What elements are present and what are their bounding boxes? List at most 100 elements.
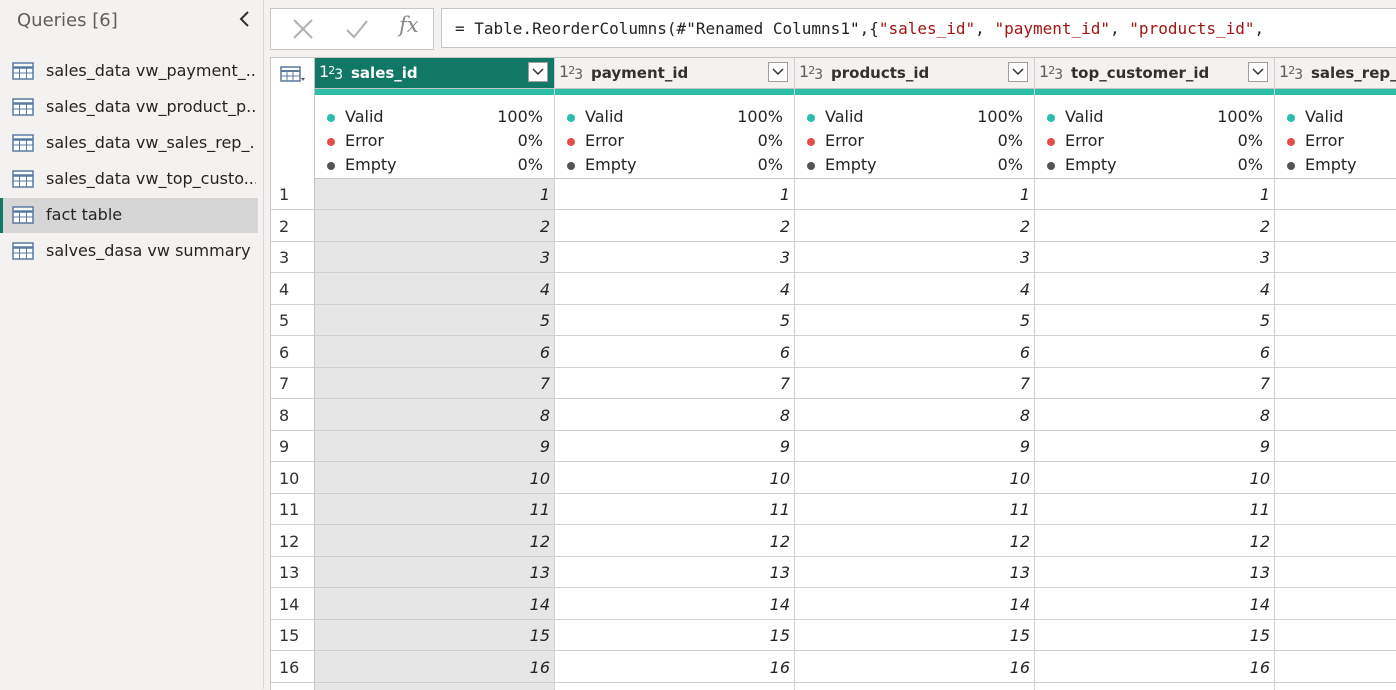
row-number[interactable]: 1 xyxy=(271,179,314,210)
table-cell[interactable]: 7 xyxy=(315,368,554,399)
query-item[interactable]: sales_data vw_product_p... xyxy=(0,90,258,125)
table-cell[interactable]: 16 xyxy=(795,652,1034,683)
table-cell[interactable] xyxy=(1275,305,1396,336)
table-cell[interactable]: 2 xyxy=(1035,211,1274,242)
table-cell[interactable]: 13 xyxy=(1035,557,1274,588)
table-cell[interactable]: 1 xyxy=(795,179,1034,210)
collapse-pane-chevron-left-icon[interactable] xyxy=(236,8,254,30)
column-header[interactable]: 123 top_customer_id xyxy=(1035,58,1274,89)
table-cell[interactable] xyxy=(1275,652,1396,683)
cancel-x-icon[interactable] xyxy=(291,17,315,41)
table-cell[interactable] xyxy=(1275,463,1396,494)
table-cell[interactable]: 11 xyxy=(315,494,554,525)
table-cell[interactable]: 15 xyxy=(315,620,554,651)
table-cell[interactable]: 13 xyxy=(795,557,1034,588)
table-cell[interactable] xyxy=(1275,368,1396,399)
filter-dropdown-button[interactable] xyxy=(1248,62,1268,82)
column-header[interactable]: 123 sales_id xyxy=(315,58,554,89)
row-number[interactable]: 11 xyxy=(271,494,314,525)
table-cell[interactable]: 16 xyxy=(315,652,554,683)
table-cell[interactable]: 5 xyxy=(315,305,554,336)
table-cell[interactable]: 1 xyxy=(555,179,794,210)
filter-dropdown-button[interactable] xyxy=(528,62,548,82)
table-cell[interactable]: 13 xyxy=(315,557,554,588)
table-cell[interactable] xyxy=(1275,400,1396,431)
table-cell[interactable]: 15 xyxy=(1035,620,1274,651)
formula-input[interactable]: = Table.ReorderColumns(#"Renamed Columns… xyxy=(441,8,1396,48)
table-cell[interactable]: 16 xyxy=(1035,652,1274,683)
whole-number-type-icon[interactable]: 123 xyxy=(319,62,343,83)
filter-dropdown-button[interactable] xyxy=(768,62,788,82)
table-cell[interactable]: 13 xyxy=(555,557,794,588)
table-cell[interactable]: 10 xyxy=(795,463,1034,494)
table-cell[interactable]: 11 xyxy=(795,494,1034,525)
table-cell[interactable] xyxy=(1275,526,1396,557)
whole-number-type-icon[interactable]: 123 xyxy=(799,62,823,83)
table-cell[interactable]: 1 xyxy=(1035,179,1274,210)
table-cell[interactable]: 11 xyxy=(555,494,794,525)
query-item[interactable]: sales_data vw_payment_... xyxy=(0,54,258,89)
table-cell[interactable]: 6 xyxy=(1035,337,1274,368)
row-number[interactable]: 5 xyxy=(271,305,314,336)
row-number[interactable]: 15 xyxy=(271,620,314,651)
row-number[interactable]: 16 xyxy=(271,652,314,683)
table-cell[interactable]: 5 xyxy=(1035,305,1274,336)
table-cell[interactable]: 4 xyxy=(555,274,794,305)
row-number[interactable]: 9 xyxy=(271,431,314,462)
table-cell[interactable]: 10 xyxy=(315,463,554,494)
table-cell[interactable] xyxy=(1275,179,1396,210)
table-cell[interactable]: 3 xyxy=(1035,242,1274,273)
table-cell[interactable]: 2 xyxy=(555,211,794,242)
query-item[interactable]: salves_dasa vw summary xyxy=(0,234,258,269)
table-cell[interactable]: 4 xyxy=(795,274,1034,305)
table-cell[interactable]: 12 xyxy=(1035,526,1274,557)
table-cell[interactable]: 14 xyxy=(315,589,554,620)
table-cell[interactable]: 7 xyxy=(1035,368,1274,399)
query-item[interactable]: sales_data vw_sales_rep_... xyxy=(0,126,258,161)
table-cell[interactable]: 11 xyxy=(1035,494,1274,525)
row-number[interactable]: 3 xyxy=(271,242,314,273)
row-number[interactable]: 10 xyxy=(271,463,314,494)
row-number[interactable]: 14 xyxy=(271,589,314,620)
row-number[interactable]: 6 xyxy=(271,337,314,368)
column-header[interactable]: 123 products_id xyxy=(795,58,1034,89)
table-cell[interactable]: 12 xyxy=(555,526,794,557)
table-cell[interactable] xyxy=(1275,274,1396,305)
table-cell[interactable] xyxy=(1275,589,1396,620)
table-cell[interactable]: 3 xyxy=(315,242,554,273)
row-number[interactable]: 4 xyxy=(271,274,314,305)
table-cell[interactable] xyxy=(1275,494,1396,525)
column-header[interactable]: 123 sales_rep_i xyxy=(1275,58,1396,89)
table-cell[interactable]: 14 xyxy=(1035,589,1274,620)
table-cell[interactable] xyxy=(1275,242,1396,273)
filter-dropdown-button[interactable] xyxy=(1008,62,1028,82)
table-cell[interactable]: 3 xyxy=(555,242,794,273)
fx-icon[interactable]: fx xyxy=(399,13,419,37)
table-menu-button[interactable] xyxy=(271,58,315,180)
table-cell[interactable]: 8 xyxy=(315,400,554,431)
row-number[interactable]: 8 xyxy=(271,400,314,431)
table-cell[interactable]: 8 xyxy=(795,400,1034,431)
table-cell[interactable]: 15 xyxy=(795,620,1034,651)
table-cell[interactable]: 6 xyxy=(555,337,794,368)
table-cell[interactable]: 14 xyxy=(795,589,1034,620)
table-cell[interactable]: 2 xyxy=(795,211,1034,242)
table-cell[interactable]: 5 xyxy=(795,305,1034,336)
whole-number-type-icon[interactable]: 123 xyxy=(1279,62,1303,83)
table-cell[interactable]: 8 xyxy=(1035,400,1274,431)
table-cell[interactable]: 2 xyxy=(315,211,554,242)
table-cell[interactable] xyxy=(1275,337,1396,368)
table-cell[interactable]: 12 xyxy=(315,526,554,557)
query-item[interactable]: sales_data vw_top_custo... xyxy=(0,162,258,197)
table-cell[interactable] xyxy=(1275,620,1396,651)
table-cell[interactable]: 7 xyxy=(795,368,1034,399)
table-cell[interactable]: 9 xyxy=(795,431,1034,462)
table-cell[interactable]: 3 xyxy=(795,242,1034,273)
whole-number-type-icon[interactable]: 123 xyxy=(559,62,583,83)
table-cell[interactable] xyxy=(1275,211,1396,242)
table-cell[interactable]: 6 xyxy=(315,337,554,368)
table-cell[interactable]: 9 xyxy=(555,431,794,462)
table-cell[interactable]: 8 xyxy=(555,400,794,431)
column-header[interactable]: 123 payment_id xyxy=(555,58,794,89)
table-cell[interactable]: 4 xyxy=(315,274,554,305)
